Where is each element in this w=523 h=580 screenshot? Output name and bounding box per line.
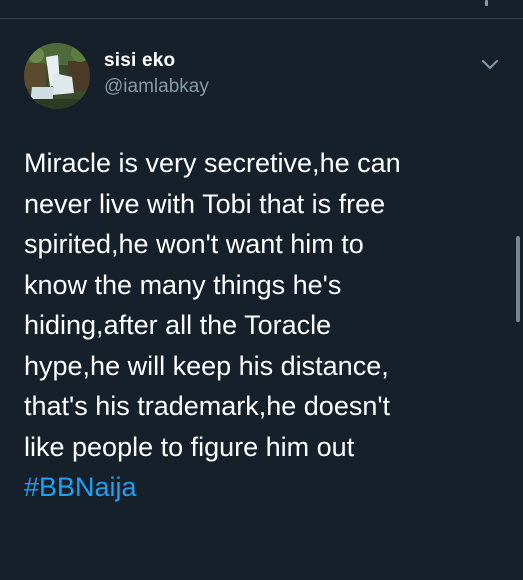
tweet-text-line: that's his trademark,he doesn't (24, 391, 391, 421)
author-display-name[interactable]: sisi eko (104, 50, 175, 72)
tweet-text-line: like people to figure him out (24, 431, 355, 462)
author-handle[interactable]: @iamlabkay (104, 76, 209, 98)
scrollbar[interactable] (516, 236, 520, 322)
avatar[interactable] (24, 43, 90, 109)
tweet-text-line: spirited,he won't want him to (24, 229, 364, 259)
tweet-text-line: hiding,after all the Toracle (24, 310, 332, 340)
tweet-text-line: never live with Tobi that is free (24, 188, 386, 219)
tweet-text-line: Miracle is very secretive,he can (24, 148, 401, 178)
tweet-card[interactable]: sisi eko @iamlabkay Miracle is very secr… (0, 19, 523, 580)
tweet-body: Miracle is very secretive,he can never l… (24, 143, 504, 508)
chevron-down-icon[interactable] (478, 53, 502, 77)
tweet-text-line: hype,he will keep his distance, (24, 350, 389, 381)
hashtag-link[interactable]: #BBNaija (24, 467, 504, 508)
tweet-text-line: know the many things he's (24, 269, 342, 300)
waterfall-avatar-icon (24, 43, 90, 109)
previous-tweet-action-icon (485, 0, 488, 6)
